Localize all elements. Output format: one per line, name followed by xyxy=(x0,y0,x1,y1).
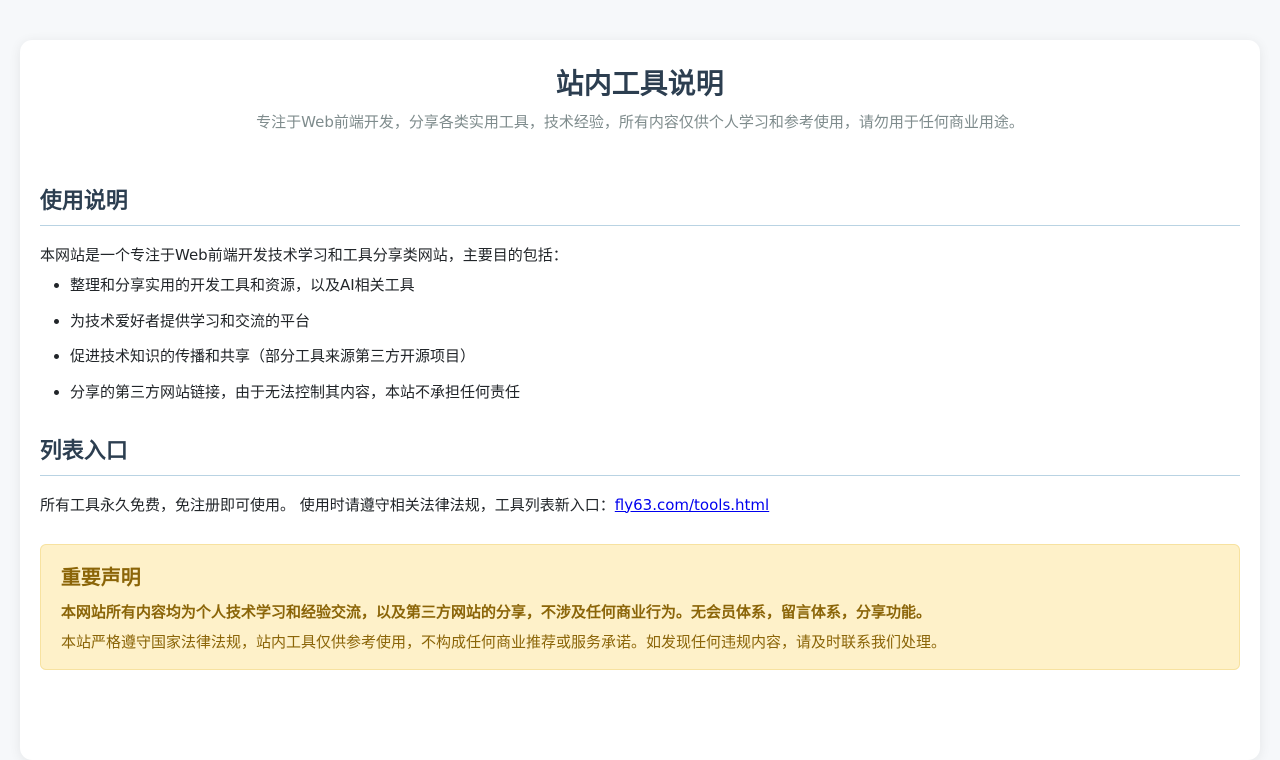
notice-strong-text: 本网站所有内容均为个人技术学习和经验交流，以及第三方网站的分享，不涉及任何商业行… xyxy=(61,602,932,621)
usage-section-title: 使用说明 xyxy=(40,187,1240,226)
list-entry-section-title: 列表入口 xyxy=(40,437,1240,476)
list-item: 为技术爱好者提供学习和交流的平台 xyxy=(70,310,1240,332)
list-item: 分享的第三方网站链接，由于无法控制其内容，本站不承担任何责任 xyxy=(70,381,1240,403)
important-notice: 重要声明 本网站所有内容均为个人技术学习和经验交流，以及第三方网站的分享，不涉及… xyxy=(40,543,1240,670)
usage-list: 整理和分享实用的开发工具和资源，以及AI相关工具 为技术爱好者提供学习和交流的平… xyxy=(40,274,1240,403)
list-item: 整理和分享实用的开发工具和资源，以及AI相关工具 xyxy=(70,274,1240,296)
tools-link[interactable]: fly63.com/tools.html xyxy=(615,496,769,514)
usage-section: 使用说明 本网站是一个专注于Web前端开发技术学习和工具分享类网站，主要目的包括… xyxy=(40,187,1240,403)
notice-text: 本站严格遵守国家法律法规，站内工具仅供参考使用，不构成任何商业推荐或服务承诺。如… xyxy=(61,632,947,651)
notice-title: 重要声明 xyxy=(61,564,141,589)
list-entry-paragraph: 所有工具永久免费，免注册即可使用。 使用时请遵守相关法律法规，工具列表新入口：f… xyxy=(40,494,1240,516)
page-subtitle: 专注于Web前端开发，分享各类实用工具，技术经验，所有内容仅供个人学习和参考使用… xyxy=(256,113,1024,131)
list-entry-section: 列表入口 所有工具永久免费，免注册即可使用。 使用时请遵守相关法律法规，工具列表… xyxy=(40,437,1240,516)
page-title: 站内工具说明 xyxy=(555,67,724,100)
usage-intro: 本网站是一个专注于Web前端开发技术学习和工具分享类网站，主要目的包括： xyxy=(40,246,568,264)
content-card: 站内工具说明 专注于Web前端开发，分享各类实用工具，技术经验，所有内容仅供个人… xyxy=(20,40,1260,760)
list-entry-text: 所有工具永久免费，免注册即可使用。 使用时请遵守相关法律法规，工具列表新入口： xyxy=(40,495,615,514)
list-item: 促进技术知识的传播和共享（部分工具来源第三方开源项目） xyxy=(70,345,1240,367)
